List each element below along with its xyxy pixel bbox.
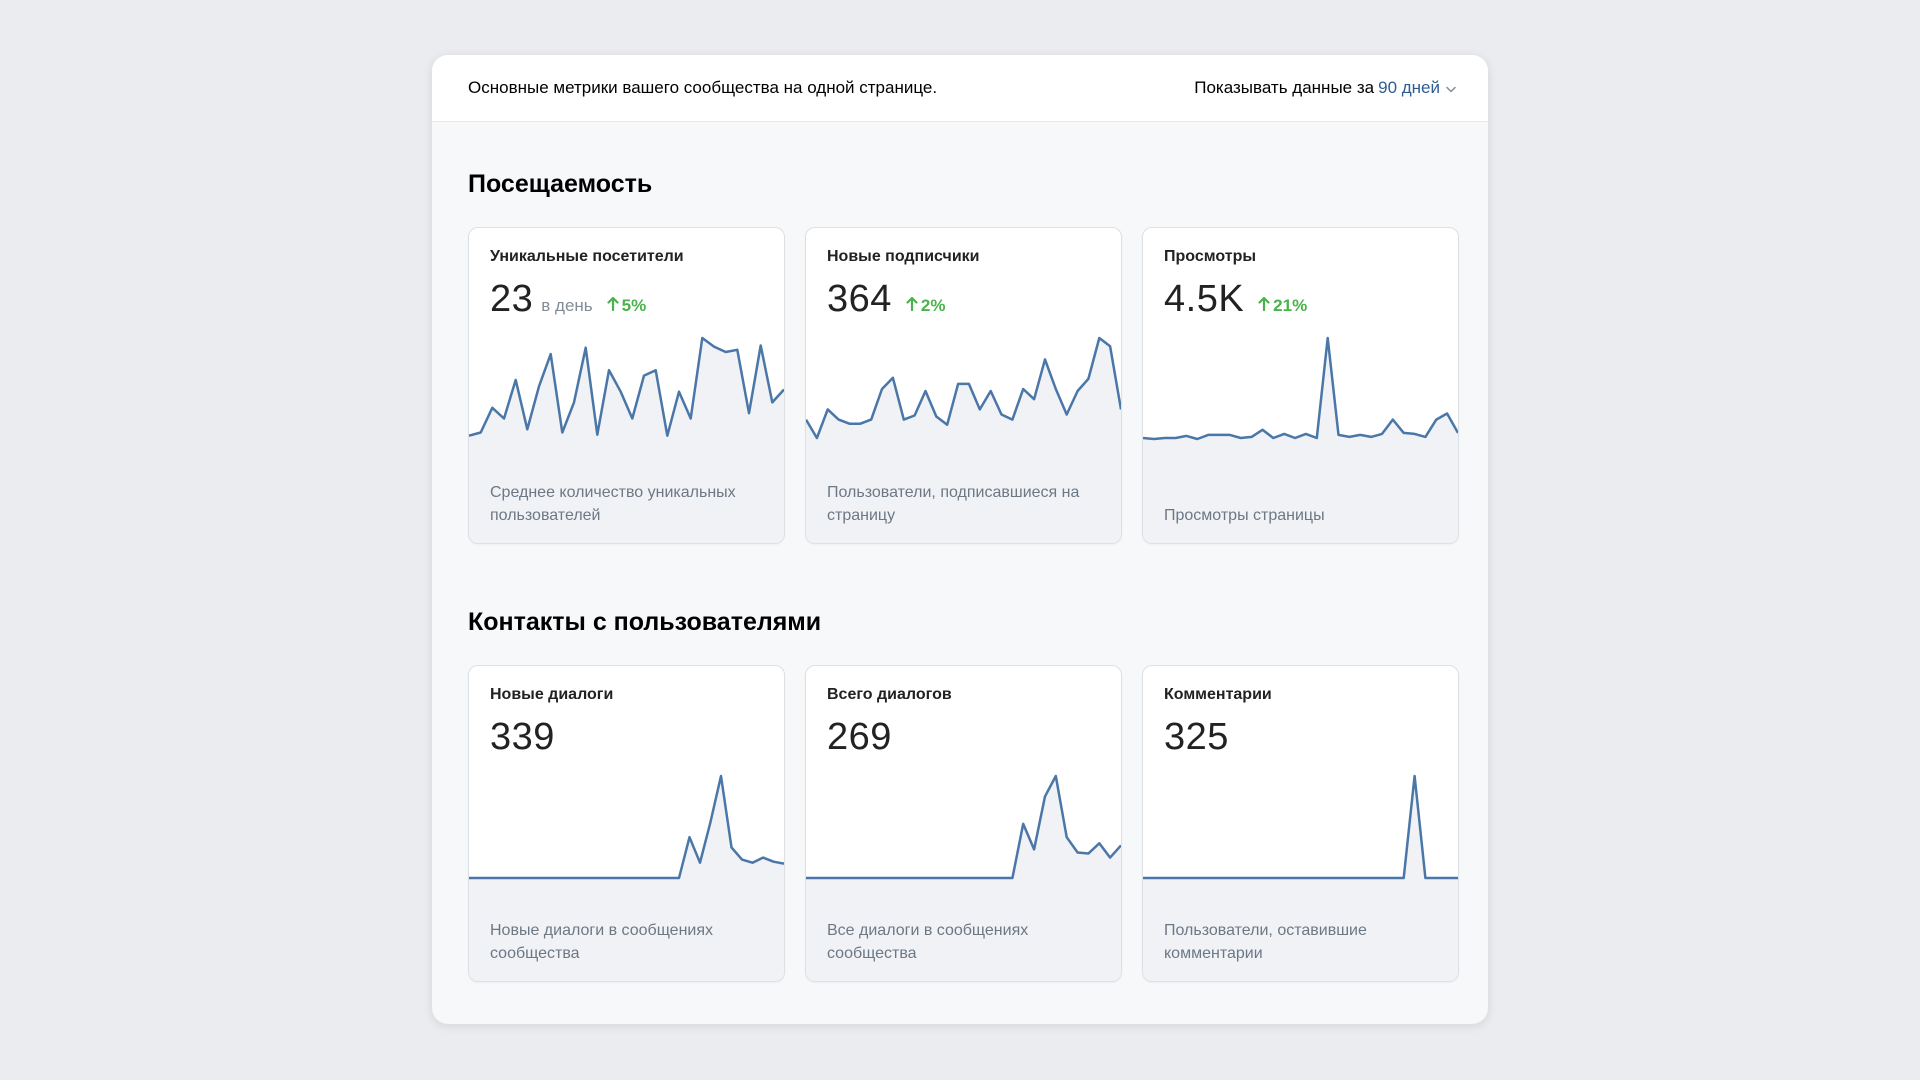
card-description: Все диалоги в сообщениях сообщества [827, 922, 1029, 962]
chevron-down-icon [1446, 78, 1456, 98]
card-title: Новые подписчики [827, 248, 980, 265]
period-label: Показывать данные за [1194, 78, 1375, 97]
change-badge: 21% [1258, 296, 1307, 316]
card-description: Среднее количество уникальных пользовате… [490, 484, 736, 524]
change-value: 2% [920, 296, 946, 315]
section-title-attendance: Посещаемость [468, 170, 653, 198]
card-value-row: 23 в день 5% [490, 278, 646, 321]
card-value: 364 [827, 278, 892, 320]
card-description: Пользователи, оставившие комментарии [1164, 922, 1367, 962]
card-comments[interactable]: Комментарии 325 Пользователи, оставившие… [1142, 665, 1459, 982]
arrow-up-icon [1258, 296, 1270, 316]
card-value-row: 269 [827, 716, 892, 759]
card-value-row: 339 [490, 716, 555, 759]
card-description: Новые диалоги в сообщениях сообщества [490, 922, 714, 962]
panel-header: Основные метрики вашего сообщества на од… [432, 55, 1488, 122]
contacts-cards: Новые диалоги 339 Новые диалоги в сообще… [468, 665, 1459, 982]
card-unique-visitors[interactable]: Уникальные посетители 23 в день 5% Средн… [468, 227, 785, 544]
panel-subtitle: Основные метрики вашего сообщества на од… [468, 78, 938, 97]
card-unit: в день [541, 296, 593, 315]
card-value: 23 [490, 278, 534, 320]
sparkline-line [1143, 336, 1458, 441]
change-value: 21% [1273, 296, 1308, 315]
card-value: 269 [827, 716, 892, 758]
card-title: Уникальные посетители [490, 248, 684, 265]
period-selector: Показывать данные за 90 дней [1194, 78, 1456, 98]
card-value: 325 [1164, 716, 1229, 758]
card-title: Комментарии [1164, 686, 1272, 703]
community-stats-panel: Основные метрики вашего сообщества на од… [432, 55, 1488, 1024]
change-badge: 5% [607, 296, 647, 316]
card-title: Новые диалоги [490, 686, 614, 703]
attendance-cards: Уникальные посетители 23 в день 5% Средн… [468, 227, 1459, 544]
change-badge: 2% [906, 296, 946, 316]
card-value-row: 364 2% [827, 278, 945, 321]
card-new-dialogs[interactable]: Новые диалоги 339 Новые диалоги в сообще… [468, 665, 785, 982]
card-total-dialogs[interactable]: Всего диалогов 269 Все диалоги в сообщен… [805, 665, 1122, 982]
period-value: 90 дней [1378, 78, 1440, 97]
card-views[interactable]: Просмотры 4.5K 21% Просмотры страницы [1142, 227, 1459, 544]
card-description: Пользователи, подписавшиеся на страницу [827, 484, 1080, 524]
card-value: 339 [490, 716, 555, 758]
section-title-contacts: Контакты с пользователями [468, 608, 822, 636]
card-new-subscribers[interactable]: Новые подписчики 364 2% Пользователи, по… [805, 227, 1122, 544]
card-title: Просмотры [1164, 248, 1257, 265]
card-value-row: 4.5K 21% [1164, 278, 1307, 321]
card-description: Просмотры страницы [1164, 507, 1325, 524]
arrow-up-icon [607, 296, 619, 316]
card-value: 4.5K [1164, 278, 1245, 320]
arrow-up-icon [906, 296, 918, 316]
card-title: Всего диалогов [827, 686, 952, 703]
period-dropdown[interactable]: 90 дней [1378, 78, 1456, 98]
change-value: 5% [621, 296, 647, 315]
card-value-row: 325 [1164, 716, 1229, 759]
